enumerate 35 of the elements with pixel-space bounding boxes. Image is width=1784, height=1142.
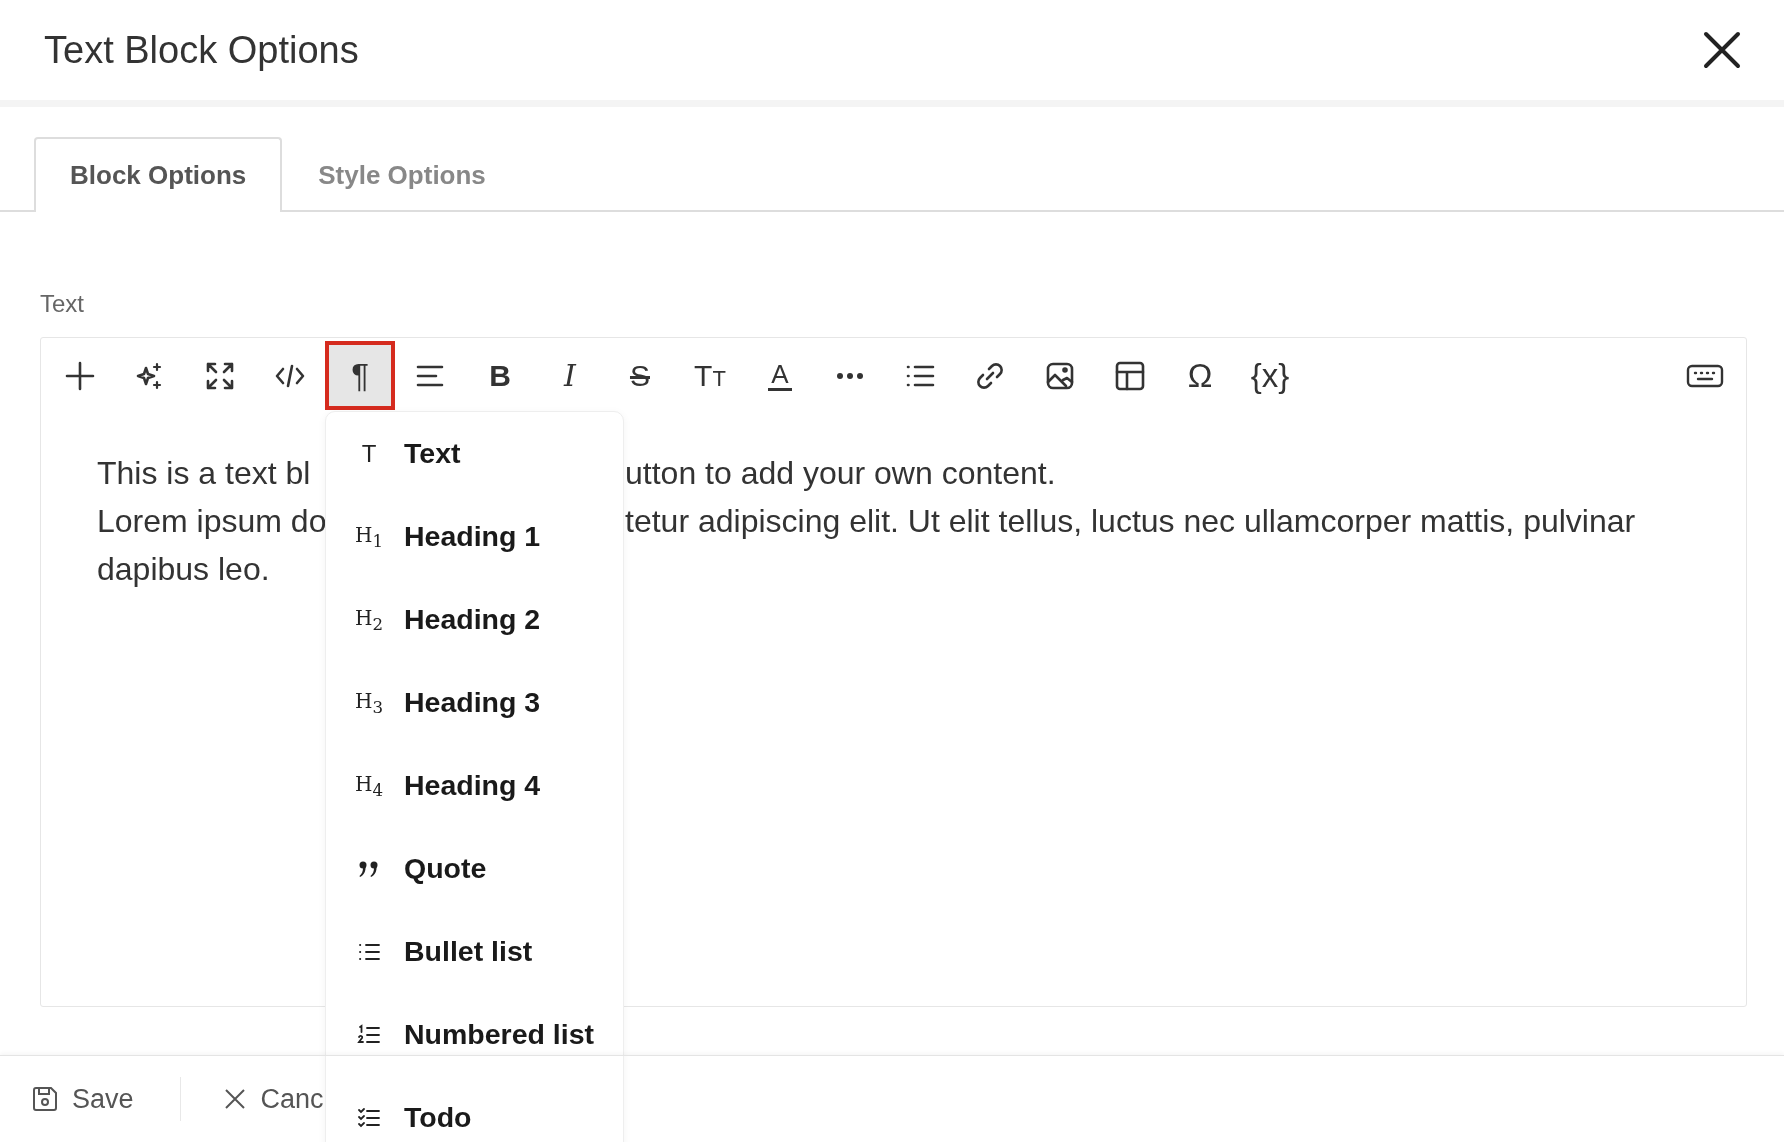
checklist-icon [357,1105,381,1130]
more-icon [835,371,865,380]
menu-item[interactable]: H$_{1}$ Heading 1 [326,495,623,578]
field-label: Text [40,289,85,319]
save-button[interactable]: Save [32,1083,134,1115]
menu-item[interactable]: T Text [326,412,623,495]
table-icon [1114,359,1146,392]
keyboard-icon [1686,363,1724,388]
cancel-button[interactable]: Canc [222,1083,324,1115]
menu-item[interactable]: H$_{3}$ Heading 3 [326,661,623,744]
body-text: tetur adipiscing elit. Ut elit tellus, luctus nec ullamcorper mattis, pulvinar [625,502,1637,541]
plus-icon [64,359,96,392]
format-button[interactable]: TT [675,341,745,410]
body-text: Lorem ipsum do [97,502,324,541]
tab[interactable]: Block Options [34,137,283,212]
close-icon [222,1087,247,1111]
menu-item[interactable]: Quote [326,827,623,910]
close-button[interactable] [1702,30,1742,70]
menu-item[interactable]: Numbered list [326,993,623,1076]
format-button[interactable]: A [745,341,815,410]
format-button[interactable]: ¶ [325,341,395,410]
body-text: utton to add your own content. [625,454,1057,493]
format-button[interactable]: S [605,341,675,410]
format-button[interactable]: Ω [1165,341,1235,410]
window-title: Text Block Options [44,28,359,72]
format-button[interactable]: {x} [1235,341,1305,410]
menu-item[interactable]: Todo [326,1076,623,1142]
format-button[interactable]: I [535,341,605,410]
tab[interactable]: Style Options [282,137,522,212]
body-text: This is a text bl [97,454,312,493]
menu-item[interactable]: Bullet list [326,910,623,993]
format-button[interactable]: B [465,341,535,410]
menu-item[interactable]: H$_{4}$ Heading 4 [326,744,623,827]
body-text: dapibus leo. [97,550,271,589]
menu-item[interactable]: H$_{2}$ Heading 2 [326,578,623,661]
